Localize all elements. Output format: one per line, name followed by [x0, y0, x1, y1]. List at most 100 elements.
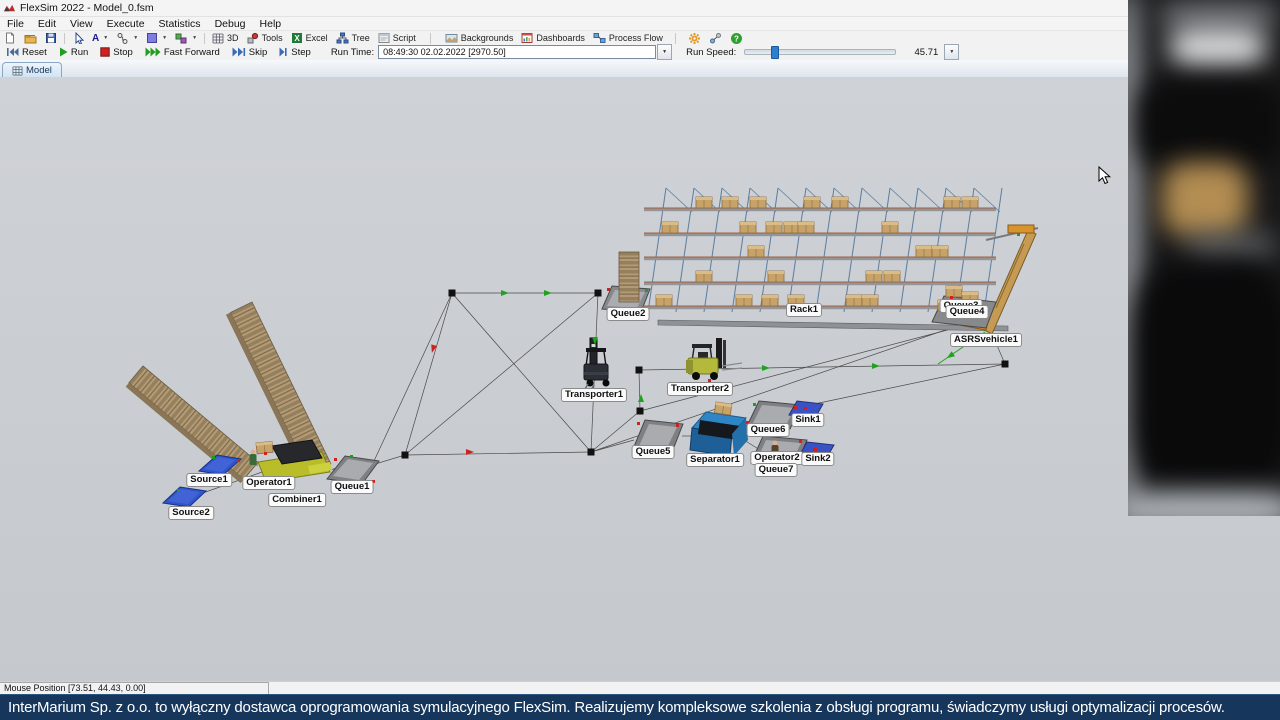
- run-time-input[interactable]: 08:49:30 02.02.2022 [2970.50]: [378, 45, 657, 59]
- script-button[interactable]: Script: [374, 31, 420, 45]
- save-button[interactable]: [41, 31, 61, 45]
- operator1-figure[interactable]: [249, 449, 257, 465]
- menu-execute[interactable]: Execute: [100, 18, 152, 30]
- label-source1: Source1: [186, 473, 232, 487]
- stop-icon: [100, 47, 110, 57]
- transporter1-object[interactable]: [581, 337, 610, 396]
- run-speed-slider-handle[interactable]: [771, 46, 780, 59]
- menu-view[interactable]: View: [63, 18, 100, 30]
- label-queue6: Queue6: [746, 423, 790, 437]
- menu-file[interactable]: File: [0, 18, 31, 30]
- script-label: Script: [392, 33, 416, 43]
- source2-object[interactable]: [161, 486, 208, 508]
- separator1-object[interactable]: [689, 401, 748, 457]
- chevron-down-icon: ▼: [949, 49, 955, 55]
- tools-label: Tools: [261, 33, 283, 43]
- chevron-down-icon: ▼: [192, 35, 198, 41]
- label-operator1: Operator1: [242, 476, 296, 490]
- pallet-stack-1[interactable]: [125, 365, 259, 484]
- process-flow-label: Process Flow: [608, 33, 663, 43]
- menu-edit[interactable]: Edit: [31, 18, 63, 30]
- connections-tool-button[interactable]: ▼: [112, 31, 142, 45]
- label-combiner1: Combiner1: [268, 493, 326, 507]
- run-time-dropdown-button[interactable]: ▼: [657, 44, 673, 60]
- 3d-view-button[interactable]: 3D: [208, 31, 243, 45]
- help-button[interactable]: ?: [726, 31, 747, 45]
- label-queue7: Queue7: [754, 463, 798, 477]
- run-speed-slider[interactable]: [744, 46, 897, 59]
- label-queue1: Queue1: [330, 480, 374, 494]
- stop-button[interactable]: Stop: [94, 45, 139, 60]
- fast-forward-button[interactable]: Fast Forward: [139, 45, 226, 60]
- new-model-button[interactable]: [0, 31, 20, 45]
- step-button[interactable]: Step: [273, 45, 317, 60]
- objects-tool-button[interactable]: ▼: [171, 31, 201, 45]
- menu-help[interactable]: Help: [253, 18, 289, 30]
- fill-tool-button[interactable]: ▼: [142, 31, 171, 45]
- fast-forward-icon: [145, 47, 161, 57]
- transporter2-object[interactable]: [686, 338, 743, 380]
- skip-button[interactable]: Skip: [226, 45, 273, 60]
- run-speed-label: Run Speed:: [686, 46, 737, 58]
- label-transporter2: Transporter2: [666, 382, 734, 396]
- tab-model[interactable]: Model: [2, 62, 62, 78]
- excel-button[interactable]: X Excel: [287, 31, 332, 45]
- help-icon: ?: [730, 32, 742, 44]
- connector-icon: [709, 32, 721, 43]
- menu-statistics[interactable]: Statistics: [152, 18, 208, 30]
- flexsim-logo-icon: [4, 4, 15, 11]
- text-tool-button[interactable]: A ▼: [88, 31, 112, 45]
- excel-label: Excel: [305, 33, 328, 43]
- title-bar: FlexSim 2022 - Model_0.fsm: [0, 0, 1128, 17]
- 3d-view-label: 3D: [227, 33, 239, 43]
- dashboards-label: Dashboards: [536, 33, 585, 43]
- open-button[interactable]: [20, 31, 41, 45]
- flexsim-window: FlexSim 2022 - Model_0.fsm File Edit Vie…: [0, 0, 1280, 720]
- save-icon: [46, 33, 56, 43]
- skip-icon: [232, 47, 245, 57]
- toolbar-separator: [674, 32, 676, 44]
- label-sink2: Sink2: [801, 452, 835, 466]
- settings-gear-icon: [688, 32, 700, 44]
- svg-text:X: X: [294, 34, 300, 43]
- objects-tool-icon: [175, 33, 187, 43]
- toolbar-separator: [429, 32, 431, 44]
- connector-button[interactable]: [705, 31, 726, 45]
- select-tool-button[interactable]: [68, 31, 88, 45]
- tree-button[interactable]: Tree: [332, 31, 374, 45]
- label-rack1: Rack1: [786, 303, 822, 317]
- run-time-label: Run Time:: [330, 46, 375, 58]
- blurred-side-panel: [1128, 0, 1280, 516]
- run-icon: [59, 47, 68, 57]
- settings-button[interactable]: [684, 31, 705, 45]
- main-toolbar: A ▼ ▼ ▼ ▼ 3D Tools X Excel Tree Script B…: [0, 30, 1128, 45]
- new-model-icon: [6, 32, 14, 44]
- toolbar-separator: [64, 32, 65, 44]
- bottom-banner: InterMarium Sp. z o.o. to wyłączny dosta…: [0, 694, 1280, 720]
- backgrounds-button[interactable]: Backgrounds: [441, 31, 518, 45]
- chevron-down-icon: ▼: [162, 35, 168, 41]
- excel-icon: X: [291, 33, 302, 43]
- step-icon: [279, 47, 287, 57]
- rack-boxes: [655, 196, 979, 307]
- reset-button[interactable]: Reset: [0, 45, 53, 60]
- stop-label: Stop: [113, 46, 133, 58]
- run-button[interactable]: Run: [53, 45, 94, 60]
- chevron-down-icon: ▼: [662, 49, 668, 55]
- toolbar-separator: [204, 32, 206, 44]
- process-flow-icon: [593, 33, 606, 43]
- reset-icon: [7, 48, 19, 56]
- fast-forward-label: Fast Forward: [163, 46, 220, 58]
- run-speed-dropdown-button[interactable]: ▼: [944, 44, 960, 60]
- tree-icon: [336, 32, 349, 44]
- dashboards-button[interactable]: Dashboards: [517, 31, 589, 45]
- menu-debug[interactable]: Debug: [208, 18, 253, 30]
- status-bar: Mouse Position [73.51, 44.43, 0.00]: [0, 681, 1280, 695]
- process-flow-button[interactable]: Process Flow: [589, 31, 667, 45]
- tools-button[interactable]: Tools: [243, 31, 287, 45]
- model-scene: [125, 187, 1039, 508]
- tree-label: Tree: [351, 33, 370, 43]
- label-queue5: Queue5: [631, 445, 675, 459]
- queue2-object[interactable]: [601, 251, 651, 313]
- label-queue2: Queue2: [606, 307, 650, 321]
